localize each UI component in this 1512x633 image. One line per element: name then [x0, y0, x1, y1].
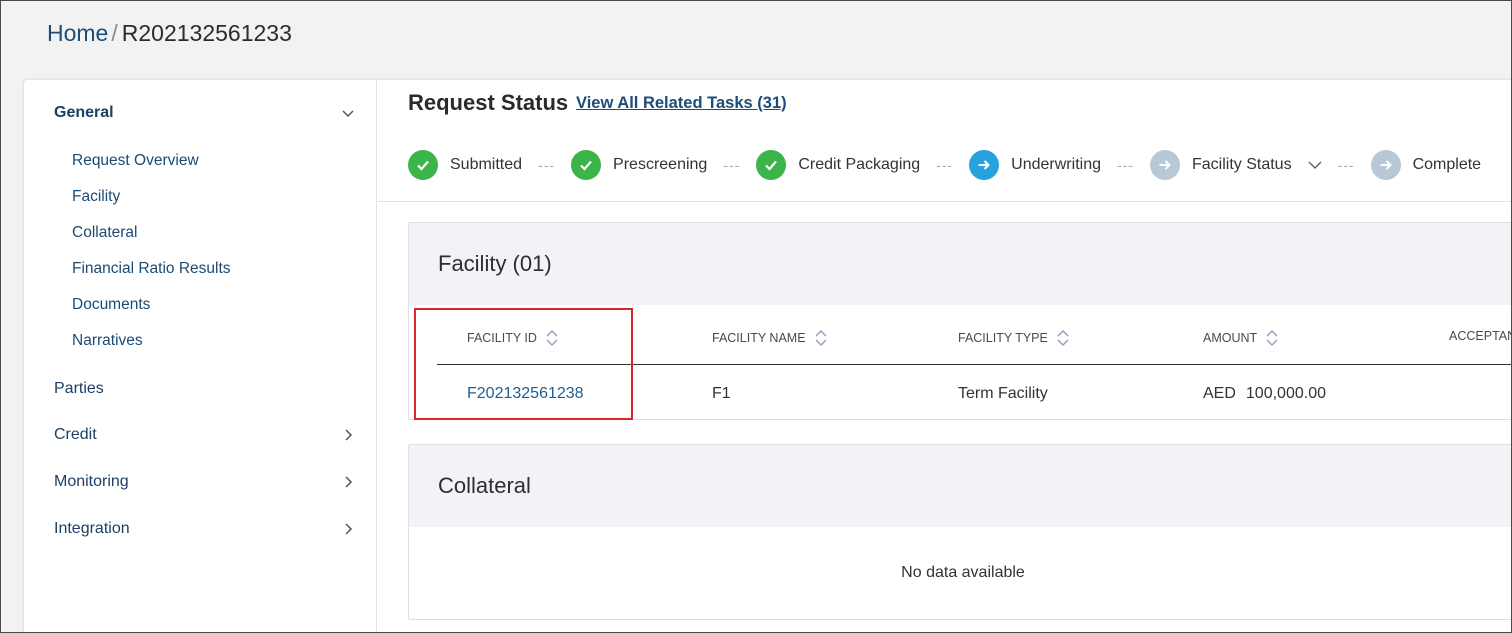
column-header-facility-id[interactable]: FACILITY ID [467, 329, 559, 347]
request-status-title: Request Status [408, 90, 569, 115]
sidebar-section-label: Monitoring [54, 473, 129, 490]
step-label: Facility Status [1191, 156, 1292, 173]
facility-panel-title: Facility (01) [409, 223, 1512, 305]
chevron-down-icon [342, 110, 354, 118]
table-row: F202132561238 F1 Term Facility AED 100,00… [437, 365, 1512, 419]
sidebar-item-financial-ratio-results[interactable]: Financial Ratio Results [72, 260, 231, 278]
section-divider [378, 201, 1512, 202]
chevron-right-icon [345, 523, 353, 535]
sidebar-section-parties[interactable]: Parties [54, 380, 354, 398]
column-header-label: ACCEPTAN [1449, 329, 1512, 343]
step-label: Submitted [450, 156, 523, 173]
chevron-right-icon [345, 429, 353, 441]
sort-icon [1266, 329, 1278, 347]
arrow-right-icon [1370, 150, 1401, 180]
status-stepper: Submitted --- Prescreening --- Credit Pa… [408, 150, 1481, 180]
facility-panel: Facility (01) FACILITY ID FACILITY NAME … [408, 222, 1512, 420]
facility-id-link[interactable]: F202132561238 [467, 385, 584, 403]
chevron-down-icon[interactable] [1308, 158, 1322, 172]
arrow-right-icon [969, 150, 1000, 180]
sidebar-section-label: Parties [54, 380, 104, 397]
column-header-label: FACILITY TYPE [958, 331, 1048, 345]
step-label: Underwriting [1011, 156, 1101, 173]
amount-currency: AED [1203, 385, 1236, 402]
column-header-acceptance[interactable]: ACCEPTAN [1449, 329, 1512, 343]
step-submitted: Submitted [408, 150, 522, 180]
facility-name-cell: F1 [712, 385, 731, 402]
facility-table-header: FACILITY ID FACILITY NAME FACILITY TYPE … [437, 305, 1512, 365]
column-header-amount[interactable]: AMOUNT [1203, 329, 1279, 347]
sidebar-item-collateral[interactable]: Collateral [72, 224, 137, 242]
facility-type-cell: Term Facility [958, 385, 1048, 402]
step-connector: --- [1116, 157, 1134, 173]
collateral-panel: Collateral No data available [408, 444, 1512, 620]
view-related-tasks-link[interactable]: View All Related Tasks (31) [576, 94, 787, 113]
sidebar-nav: General Request Overview Facility Collat… [24, 80, 377, 633]
main-content: Request Status View All Related Tasks (3… [378, 80, 1512, 633]
step-label: Credit Packaging [798, 156, 921, 173]
breadcrumb: Home / R202132561233 [47, 20, 292, 47]
step-complete: Complete [1370, 150, 1482, 180]
sidebar-section-label: Credit [54, 426, 97, 443]
empty-state-text: No data available [901, 564, 1025, 581]
column-header-facility-type[interactable]: FACILITY TYPE [958, 329, 1070, 347]
step-facility-status[interactable]: Facility Status [1149, 150, 1322, 180]
column-header-label: FACILITY NAME [712, 331, 806, 345]
amount-cell: AED 100,000.00 [1203, 385, 1326, 403]
step-label: Prescreening [613, 156, 708, 173]
column-header-label: AMOUNT [1203, 331, 1258, 345]
sidebar-section-general[interactable]: General [54, 104, 354, 122]
amount-value: 100,000.00 [1245, 385, 1326, 402]
breadcrumb-home-link[interactable]: Home [47, 20, 108, 47]
sidebar-section-monitoring[interactable]: Monitoring [54, 473, 354, 491]
step-prescreening: Prescreening [571, 150, 707, 180]
step-connector: --- [1337, 157, 1355, 173]
step-credit-packaging: Credit Packaging [756, 150, 920, 180]
sidebar-section-label: General [54, 104, 114, 121]
sidebar-section-label: Integration [54, 520, 130, 537]
step-connector: --- [538, 157, 556, 173]
check-icon [756, 150, 787, 180]
step-label: Complete [1412, 156, 1482, 173]
step-connector: --- [723, 157, 741, 173]
sidebar-item-facility[interactable]: Facility [72, 188, 120, 206]
breadcrumb-current: R202132561233 [121, 20, 292, 46]
breadcrumb-separator: / [111, 20, 118, 46]
column-header-label: FACILITY ID [467, 331, 537, 345]
sort-icon [546, 329, 558, 347]
collateral-panel-title: Collateral [409, 445, 1512, 527]
sidebar-section-credit[interactable]: Credit [54, 426, 354, 444]
sort-icon [1057, 329, 1069, 347]
sidebar-item-narratives[interactable]: Narratives [72, 332, 143, 350]
step-underwriting: Underwriting [969, 150, 1101, 180]
step-connector: --- [936, 157, 954, 173]
check-icon [571, 150, 602, 180]
chevron-right-icon [345, 476, 353, 488]
sidebar-item-documents[interactable]: Documents [72, 296, 150, 314]
sort-icon [815, 329, 827, 347]
column-header-facility-name[interactable]: FACILITY NAME [712, 329, 828, 347]
check-icon [408, 150, 438, 180]
request-card: General Request Overview Facility Collat… [24, 80, 1512, 633]
sidebar-section-integration[interactable]: Integration [54, 520, 354, 538]
arrow-right-icon [1149, 150, 1180, 180]
sidebar-item-request-overview[interactable]: Request Overview [72, 152, 199, 170]
